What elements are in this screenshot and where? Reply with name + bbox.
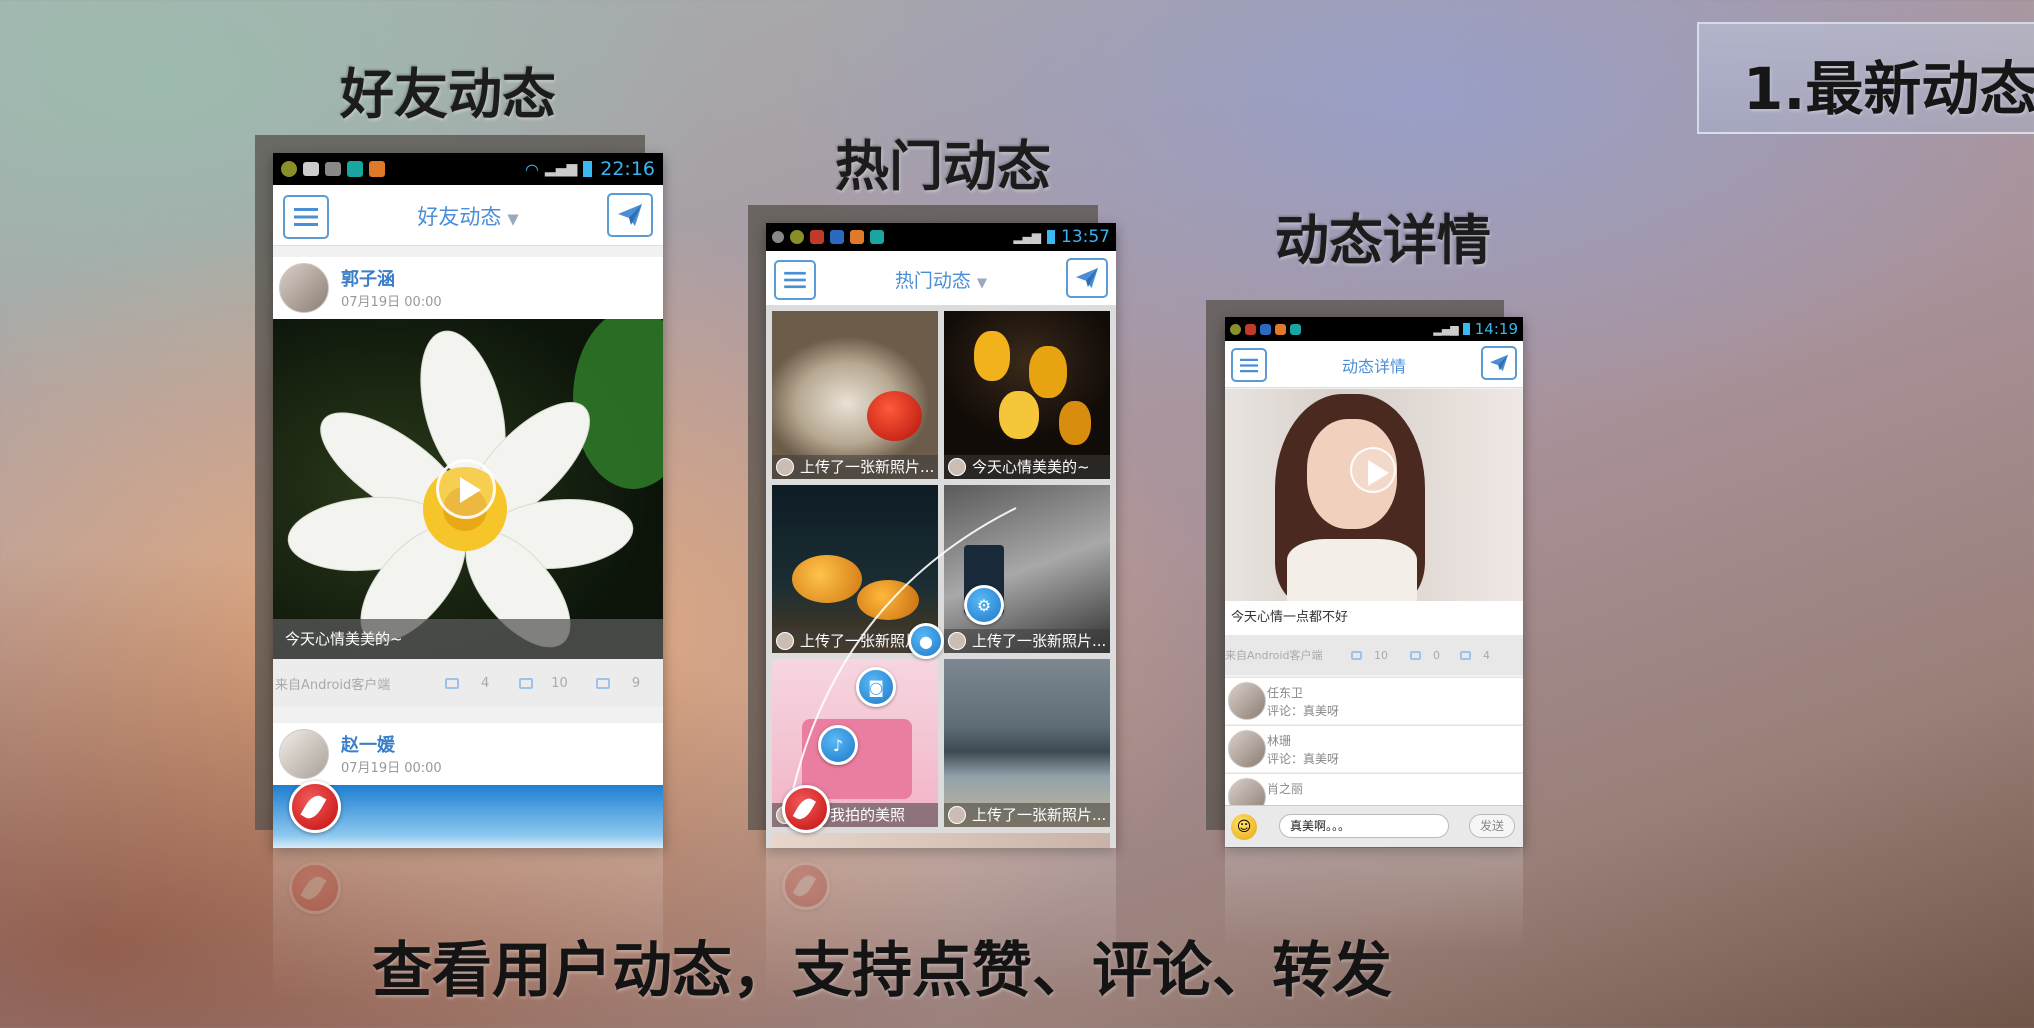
phone-post-detail: ▂▄▆ 14:19 动态详情 今天心情一点都不好 来自Android客户端 10… [1225,317,1523,847]
post-image[interactable] [1225,389,1523,601]
forward-icon[interactable] [519,677,534,689]
title-bar: 好友动态 ▼ [273,185,663,246]
heading-detail: 动态详情 [1275,209,1491,272]
comment-count: 10 [1374,648,1388,662]
comment-item[interactable]: 林珊 评论：真美呀 [1225,725,1523,772]
comment-input-bar: ☺ 真美啊。。。 发送 [1225,805,1523,847]
forward-icon[interactable] [1410,650,1421,660]
post-time: 07月19日 00:00 [341,761,442,776]
forward-count: 10 [551,675,568,691]
post-username[interactable]: 赵一媛 [341,731,395,757]
post-time: 07月19日 00:00 [341,295,442,310]
quill-icon[interactable] [782,785,830,833]
like-icon[interactable] [595,677,610,689]
phone-friends-feed: ◠ ▂▄▆ 22:16 好友动态 ▼ 郭子涵 07月19日 00:00 今天心情… [273,153,663,848]
comment-item[interactable]: 肖之丽 [1225,773,1523,816]
post-text: 今天心情一点都不好 [1225,601,1523,635]
camera-icon[interactable]: ◙ [856,667,896,707]
forward-count: 0 [1433,648,1440,662]
status-time: 22:16 [600,158,655,180]
battery-icon [1462,323,1470,335]
heading-hot: 热门动态 [835,135,1051,198]
avatar[interactable] [279,263,329,313]
comment-input[interactable]: 真美啊。。。 [1279,814,1449,838]
status-bar: ◠ ▂▄▆ 22:16 [273,153,663,185]
send-paperplane-icon [618,204,642,226]
comment-author[interactable]: 任东卫 [1267,684,1303,701]
post-caption: 今天心情美美的~ [273,619,663,659]
comment-text: 评论：真美呀 [1267,752,1340,766]
comment-icon[interactable] [445,677,459,689]
status-icons: ◠ ▂▄▆ [281,159,593,179]
send-paperplane-icon [1490,354,1508,372]
page-title: 动态详情 [1341,357,1406,376]
avatar[interactable] [1228,682,1266,720]
location-icon[interactable]: ● [908,623,944,659]
status-time: 14:19 [1474,320,1518,338]
comment-item[interactable]: 任东卫 评论：真美呀 [1225,677,1523,724]
page-title[interactable]: 好友动态 ▼ [273,201,663,231]
comment-icon[interactable] [1351,650,1362,660]
bottom-caption: 查看用户动态，支持点赞、评论、转发 [372,936,1392,1006]
title-bar: 动态详情 [1225,341,1523,388]
gear-icon[interactable]: ⚙ [964,585,1004,625]
avatar[interactable] [1228,730,1266,768]
comment-author[interactable]: 肖之丽 [1267,780,1303,797]
wifi-icon: ◠ [524,159,539,179]
post-stats-bar: 来自Android客户端 4 10 9 [273,659,663,707]
section-title: 1.最新动态 [1743,55,2034,123]
like-icon[interactable] [1460,650,1471,660]
like-count: 4 [1483,648,1490,662]
avatar[interactable] [279,729,329,779]
post-image[interactable]: .play-icon::after{ border-width:13px 0 1… [273,319,663,659]
post-source: 来自Android客户端 [275,677,391,693]
battery-icon [583,161,593,177]
emoji-icon[interactable]: ☺ [1231,814,1257,840]
feed-post[interactable]: 郭子涵 07月19日 00:00 .play-icon::after{ bord… [273,257,663,707]
post-stats-bar: 来自Android客户端 10 0 4 [1225,635,1523,675]
comment-author[interactable]: 林珊 [1267,732,1291,749]
post-button[interactable] [607,193,653,237]
comment-count: 4 [481,675,490,691]
heading-friends: 好友动态 [340,63,556,126]
send-button[interactable]: 发送 [1469,814,1515,838]
mic-icon[interactable]: ♪ [818,725,858,765]
post-source: 来自Android客户端 [1225,649,1323,662]
play-icon[interactable] [436,459,496,519]
quill-icon[interactable] [289,781,341,833]
phone-hot-feed: ▂▄▆ 13:57 热门动态 ▼ 上传了一张新照片... 今天心情美美的~ 上传了… [766,223,1116,848]
status-icons: ▂▄▆ [1230,323,1470,336]
comment-text: 评论：真美呀 [1267,704,1340,718]
post-username[interactable]: 郭子涵 [341,265,395,291]
status-bar: ▂▄▆ 14:19 [1225,317,1523,341]
feed-post[interactable]: 赵一媛 07月19日 00:00 [273,723,663,848]
signal-icon: ▂▄▆ [544,161,578,177]
play-icon[interactable] [1350,447,1396,493]
like-count: 9 [631,675,641,691]
chevron-down-icon: ▼ [507,211,519,228]
signal-icon: ▂▄▆ [1433,322,1459,336]
fab-arc [785,507,1017,824]
post-button[interactable] [1481,346,1517,380]
